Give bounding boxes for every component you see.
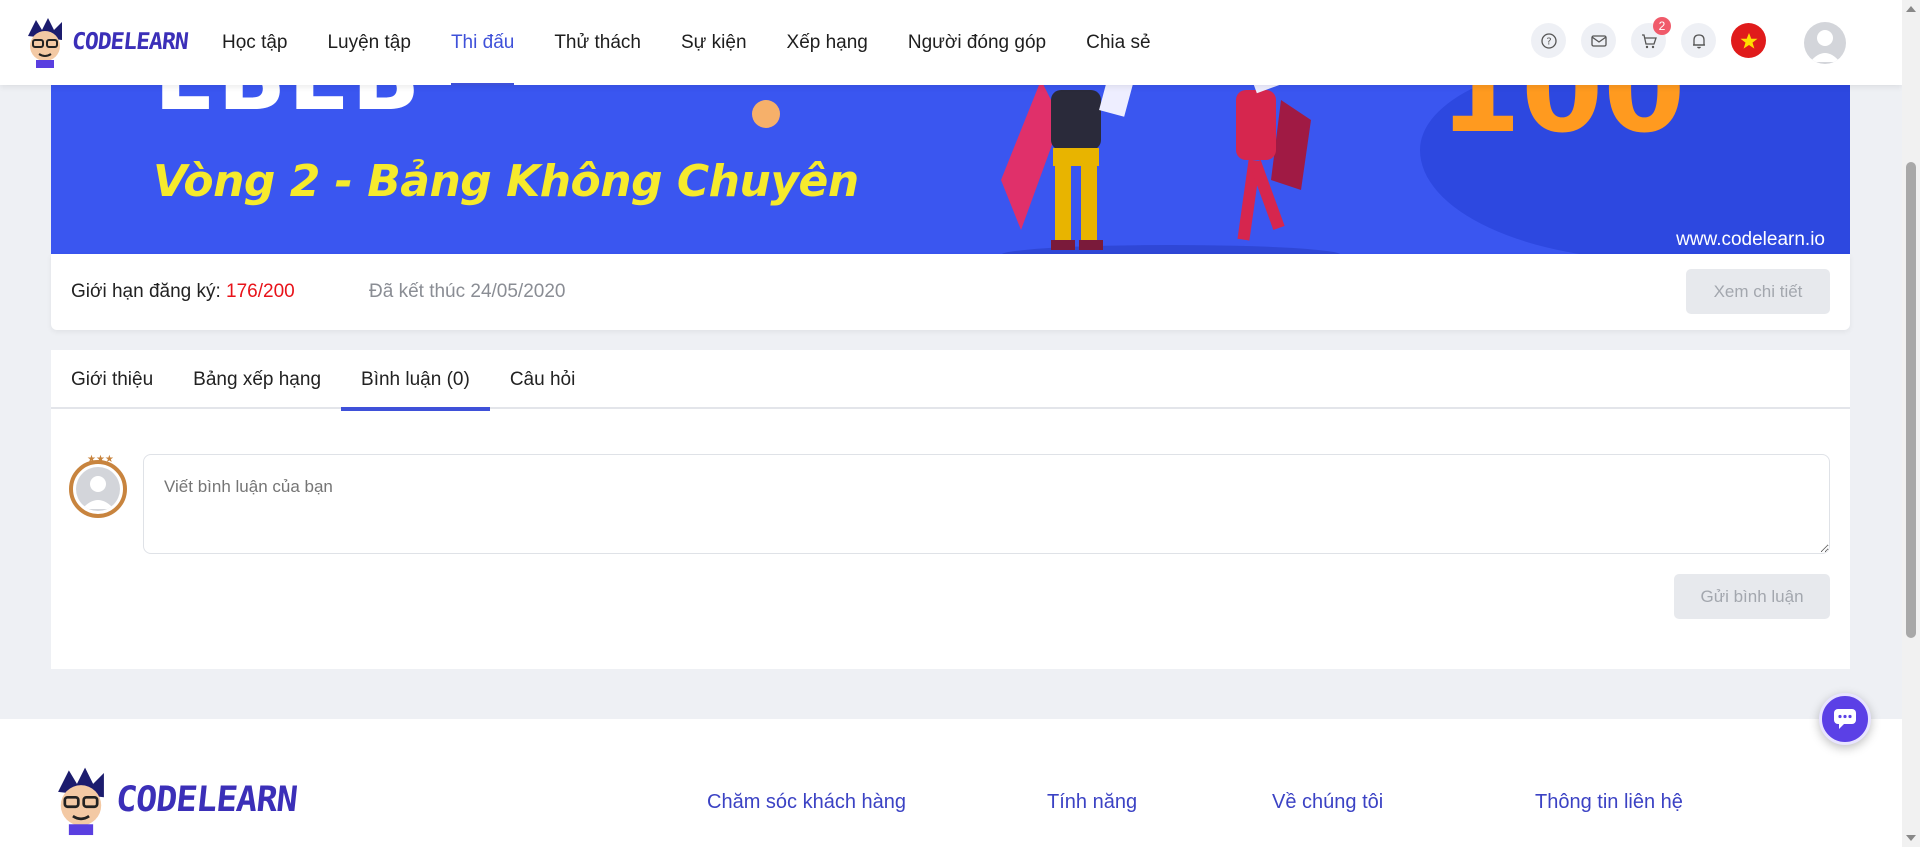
banner-url: www.codelearn.io [1676, 229, 1825, 250]
footer-brand-name: CODELEARN [113, 780, 299, 820]
nav-item-su-kien[interactable]: Sự kiện [681, 0, 747, 85]
main-nav: Học tập Luyện tập Thi đấu Thử thách Sự k… [222, 0, 1191, 85]
nav-item-luyen-tap[interactable]: Luyện tập [327, 0, 410, 85]
chat-button[interactable] [1819, 693, 1871, 745]
footer-link-lien-he[interactable]: Thông tin liên hệ [1535, 791, 1683, 814]
help-button[interactable]: ? [1531, 23, 1566, 58]
notifications-button[interactable] [1681, 23, 1716, 58]
user-avatar-button[interactable] [1804, 22, 1846, 64]
nav-item-nguoi-dong-gop[interactable]: Người đóng góp [908, 0, 1046, 85]
view-detail-button[interactable]: Xem chi tiết [1686, 269, 1830, 314]
nav-item-hoc-tap[interactable]: Học tập [222, 0, 287, 85]
page-scrollbar[interactable] [1902, 0, 1920, 847]
header-actions: ? 2 [1531, 17, 1766, 58]
registration-limit: Giới hạn đăng ký: 176/200 [71, 281, 295, 303]
send-comment-button[interactable]: Gửi bình luận [1674, 574, 1830, 619]
footer-brand-logo[interactable]: CODELEARN [50, 764, 299, 836]
commenter-avatar [69, 460, 127, 518]
mascot-icon [28, 18, 62, 68]
cart-icon [1641, 33, 1657, 48]
contest-content: Giới thiệu Bảng xếp hạng Bình luận (0) C… [51, 350, 1850, 669]
top-header: CODELEARN Học tập Luyện tập Thi đấu Thử … [0, 0, 1902, 85]
bell-icon [1692, 33, 1705, 48]
scroll-thumb[interactable] [1906, 162, 1916, 638]
registration-limit-label: Giới hạn đăng ký: [71, 281, 221, 302]
scroll-down-arrow-icon[interactable] [1906, 835, 1916, 841]
brand-logo[interactable]: CODELEARN [22, 16, 189, 68]
banner-title: Vòng 2 - Bảng Không Chuyên [153, 156, 859, 207]
brand-name: CODELEARN [70, 29, 189, 55]
tab-bang-xep-hang[interactable]: Bảng xếp hạng [173, 350, 341, 409]
user-avatar-icon [1810, 30, 1840, 62]
comment-input[interactable] [143, 454, 1830, 554]
messages-button[interactable] [1581, 23, 1616, 58]
contest-info-bar: Giới hạn đăng ký: 176/200 Đã kết thúc 24… [51, 254, 1850, 330]
contest-tabs: Giới thiệu Bảng xếp hạng Bình luận (0) C… [51, 350, 1850, 411]
user-avatar-icon [82, 476, 114, 509]
cart-count-badge: 2 [1653, 17, 1671, 35]
tab-cau-hoi[interactable]: Câu hỏi [490, 350, 596, 409]
chat-bubble-icon [1834, 709, 1856, 729]
language-switch-button[interactable] [1731, 23, 1766, 58]
nav-item-xep-hang[interactable]: Xếp hạng [787, 0, 868, 85]
registration-limit-value: 176/200 [226, 281, 295, 302]
mail-icon [1590, 34, 1607, 47]
site-footer: CODELEARN Chăm sóc khách hàng Tính năng … [0, 719, 1902, 847]
scroll-up-arrow-icon[interactable] [1906, 6, 1916, 12]
cart-button[interactable]: 2 [1631, 17, 1671, 58]
footer-link-ve-chung-toi[interactable]: Về chúng tôi [1272, 791, 1383, 814]
nav-item-thu-thach[interactable]: Thử thách [554, 0, 641, 85]
footer-link-tinh-nang[interactable]: Tính năng [1047, 791, 1137, 814]
svg-text:?: ? [1546, 36, 1551, 47]
tab-gioi-thieu[interactable]: Giới thiệu [51, 350, 173, 409]
nav-item-thi-dau[interactable]: Thi đấu [450, 0, 515, 85]
mascot-icon [58, 767, 104, 836]
tab-binh-luan[interactable]: Bình luận (0) [341, 350, 490, 411]
footer-link-cham-soc[interactable]: Chăm sóc khách hàng [707, 791, 906, 814]
contest-status: Đã kết thúc 24/05/2020 [369, 281, 566, 302]
banner-decor-circle [752, 100, 780, 128]
question-icon: ? [1540, 32, 1557, 49]
nav-item-chia-se[interactable]: Chia sẻ [1086, 0, 1150, 85]
vietnam-flag-icon [1740, 32, 1757, 49]
superhero-illustration [1001, 60, 1341, 254]
